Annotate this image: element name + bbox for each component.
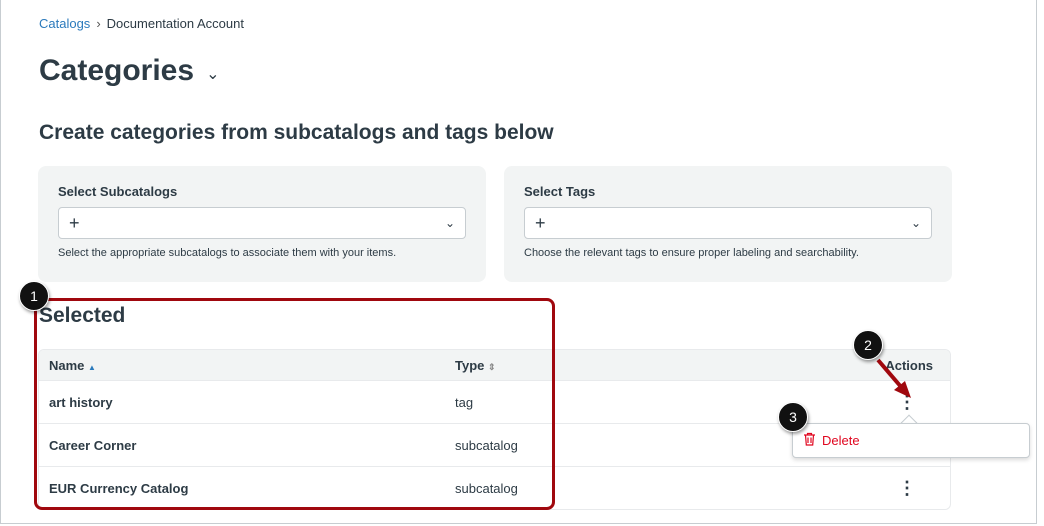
annotation-badge-2: 2 [853, 330, 883, 360]
annotation-arrow [876, 358, 911, 398]
annotation-badge-3: 3 [778, 402, 808, 432]
annotation-badge-1: 1 [19, 281, 49, 311]
